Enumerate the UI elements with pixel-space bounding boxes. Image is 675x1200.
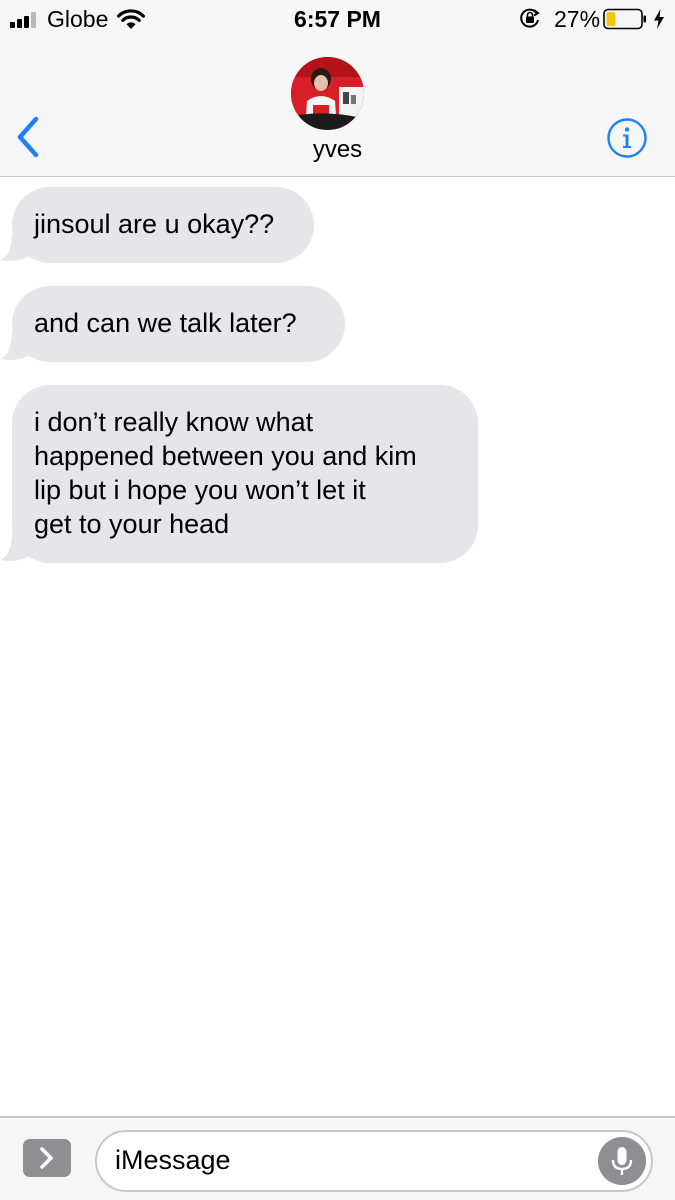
message-line: happened between you and kim	[34, 441, 417, 471]
message-line: i don’t really know what	[34, 407, 314, 437]
message-line: and can we talk later?	[34, 308, 297, 338]
bubble-tail	[0, 233, 28, 261]
bubble-tail	[0, 533, 28, 561]
conversation-header: Globe 6:57 PM 27% yves	[0, 0, 675, 177]
message-bubble-body: jinsoul are u okay??	[12, 187, 314, 263]
message-line: get to your head	[34, 509, 230, 539]
message-bubble-body: i don’t really know what happened betwee…	[12, 385, 478, 563]
battery-icon	[603, 8, 646, 30]
message-input[interactable]: iMessage	[95, 1130, 653, 1192]
compose-bar: iMessage	[0, 1116, 675, 1200]
apps-toggle-button[interactable]	[23, 1139, 71, 1177]
contact-name[interactable]: yves	[0, 136, 675, 164]
microphone-button[interactable]	[598, 1137, 646, 1185]
message-bubble-body: and can we talk later?	[12, 286, 345, 362]
charging-bolt-icon	[654, 9, 664, 29]
battery-percentage: 27%	[554, 6, 601, 32]
message-list[interactable]: jinsoul are u okay?? and can we talk lat…	[0, 178, 675, 1116]
message-line: jinsoul are u okay??	[34, 209, 275, 239]
navigation-bar: yves	[0, 40, 675, 177]
message-input-placeholder: iMessage	[115, 1145, 231, 1175]
orientation-lock-icon	[520, 8, 540, 28]
message-line: lip but i hope you won’t let it	[34, 475, 366, 505]
info-button[interactable]	[606, 117, 648, 159]
status-bar: Globe 6:57 PM 27%	[0, 0, 675, 40]
bubble-tail	[0, 332, 28, 360]
contact-avatar[interactable]	[291, 57, 364, 130]
